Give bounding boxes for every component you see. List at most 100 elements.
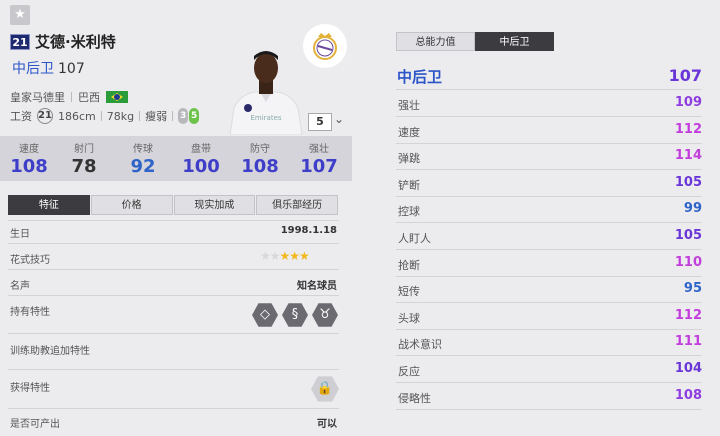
lock-icon: 🔒 (311, 376, 339, 402)
diamond-icon[interactable]: ◇ (252, 303, 278, 327)
attribute-value: 108 (674, 387, 702, 403)
stat-label: 防守 (250, 144, 270, 155)
attribute-label: 短传 (398, 285, 420, 299)
divider (396, 355, 702, 357)
divider (8, 243, 339, 244)
divider (8, 408, 339, 409)
stat-value: 78 (71, 156, 97, 177)
club-nation-row: 皇家马德里 巴西 (10, 89, 128, 105)
attribute-value: 114 (674, 148, 702, 164)
attribute-label: 速度 (398, 125, 420, 139)
divider (172, 111, 174, 121)
divider (396, 222, 702, 224)
bull-icon[interactable]: ♉ (312, 303, 338, 327)
position-heading: 中后卫 (397, 68, 443, 86)
tab-club-history[interactable]: 俱乐部经历 (256, 195, 338, 215)
attribute-value: 112 (674, 307, 702, 323)
stat-value: 107 (300, 156, 338, 177)
skill-stars: ★★★★★ (260, 249, 310, 263)
chevron-down-icon[interactable]: ⌄ (334, 112, 344, 126)
attribute-value: 110 (674, 254, 702, 270)
weight: 78kg (106, 109, 135, 123)
divider (396, 382, 702, 383)
divider (8, 333, 339, 334)
attribute-value: 111 (674, 334, 702, 350)
stat-value: 108 (241, 156, 279, 177)
divider (71, 92, 72, 102)
tab-center-back[interactable]: 中后卫 (475, 32, 554, 51)
player-info-row: 工资 21 186cm 78kg 瘦弱 3 5 (10, 108, 200, 124)
coach-traits-label: 训练助教追加特性 (10, 346, 90, 357)
stat-label: 速度 (19, 144, 39, 155)
wage-label: 工资 (10, 110, 32, 123)
divider (396, 142, 702, 144)
tab-price[interactable]: 价格 (90, 195, 173, 215)
position-heading-value: 107 (668, 66, 702, 85)
divider (8, 369, 339, 370)
detail-tabs: 特征 价格 现实加成 俱乐部经历 (8, 195, 339, 215)
attribute-label: 侵略性 (398, 391, 431, 405)
stat-value: 100 (182, 156, 220, 177)
divider (396, 328, 702, 330)
level-select[interactable]: 5 (308, 113, 332, 131)
attribute-value: 105 (674, 174, 702, 190)
attribute-label: 弹跳 (398, 152, 420, 166)
divider (396, 116, 702, 117)
snake-icon[interactable]: § (282, 303, 308, 327)
stat-label: 强壮 (309, 144, 329, 155)
tab-traits[interactable]: 特征 (8, 195, 90, 215)
stat-speed: 速度 108 (0, 136, 58, 177)
attribute-label: 人盯人 (398, 232, 431, 245)
divider (139, 111, 141, 121)
stat-label: 射门 (74, 144, 94, 155)
attribute-value: 112 (674, 121, 702, 137)
stat-value: 92 (130, 156, 156, 177)
divider (396, 169, 702, 171)
stat-value: 108 (10, 156, 48, 177)
left-foot-value: 3 (178, 108, 189, 124)
birthday-label: 生日 (10, 229, 30, 240)
tab-real-bonus[interactable]: 现实加成 (173, 195, 256, 215)
divider (8, 220, 339, 221)
rating-value: 107 (58, 61, 85, 77)
star-empty-icon: ★★ (260, 249, 280, 263)
divider (396, 195, 702, 197)
traits-label: 持有特性 (10, 307, 50, 318)
attribute-label: 抢断 (398, 258, 420, 272)
weak-foot-indicator: 3 5 (178, 108, 200, 124)
stat-shooting: 射门 78 (55, 136, 113, 177)
attribute-value: 104 (674, 361, 702, 376)
divider (396, 302, 702, 304)
position-rating: 中后卫 107 (12, 58, 85, 78)
stat-defending: 防守 108 (231, 136, 289, 177)
divider (396, 275, 702, 277)
svg-text:Emirates: Emirates (250, 114, 281, 122)
body-type: 瘦弱 (145, 110, 168, 123)
tradable-label: 是否可产出 (10, 419, 60, 430)
wage-badge: 21 (37, 108, 53, 124)
attribute-label: 反应 (398, 365, 420, 378)
skill-moves-label: 花式技巧 (10, 255, 50, 266)
main-stats-bar: 速度 108 射门 78 传球 92 盘带 100 防守 108 强壮 107 (0, 136, 352, 181)
acquired-traits-label: 获得特性 (10, 383, 50, 394)
attribute-value: 109 (674, 95, 702, 110)
attribute-value: 105 (674, 228, 702, 243)
attribute-label: 铲断 (398, 178, 420, 192)
season-badge: 21 (10, 34, 30, 50)
attribute-label: 战术意识 (398, 338, 442, 352)
star-filled-icon: ★★★ (279, 249, 310, 263)
favorite-star-button[interactable]: ★ (10, 5, 30, 25)
tab-overall[interactable]: 总能力值 (396, 32, 475, 51)
height: 186cm (58, 109, 96, 123)
attribute-tabs: 总能力值 中后卫 (396, 32, 554, 51)
divider (100, 111, 102, 121)
brazil-flag-icon (106, 91, 128, 103)
player-portrait: Emirates (226, 40, 306, 136)
tradable-value: 可以 (317, 419, 337, 430)
attribute-label: 头球 (398, 311, 420, 325)
stat-label: 传球 (133, 144, 153, 155)
attribute-value: 95 (683, 281, 702, 297)
divider (396, 89, 702, 90)
nation-name: 巴西 (78, 91, 100, 104)
position-label: 中后卫 (12, 61, 54, 77)
